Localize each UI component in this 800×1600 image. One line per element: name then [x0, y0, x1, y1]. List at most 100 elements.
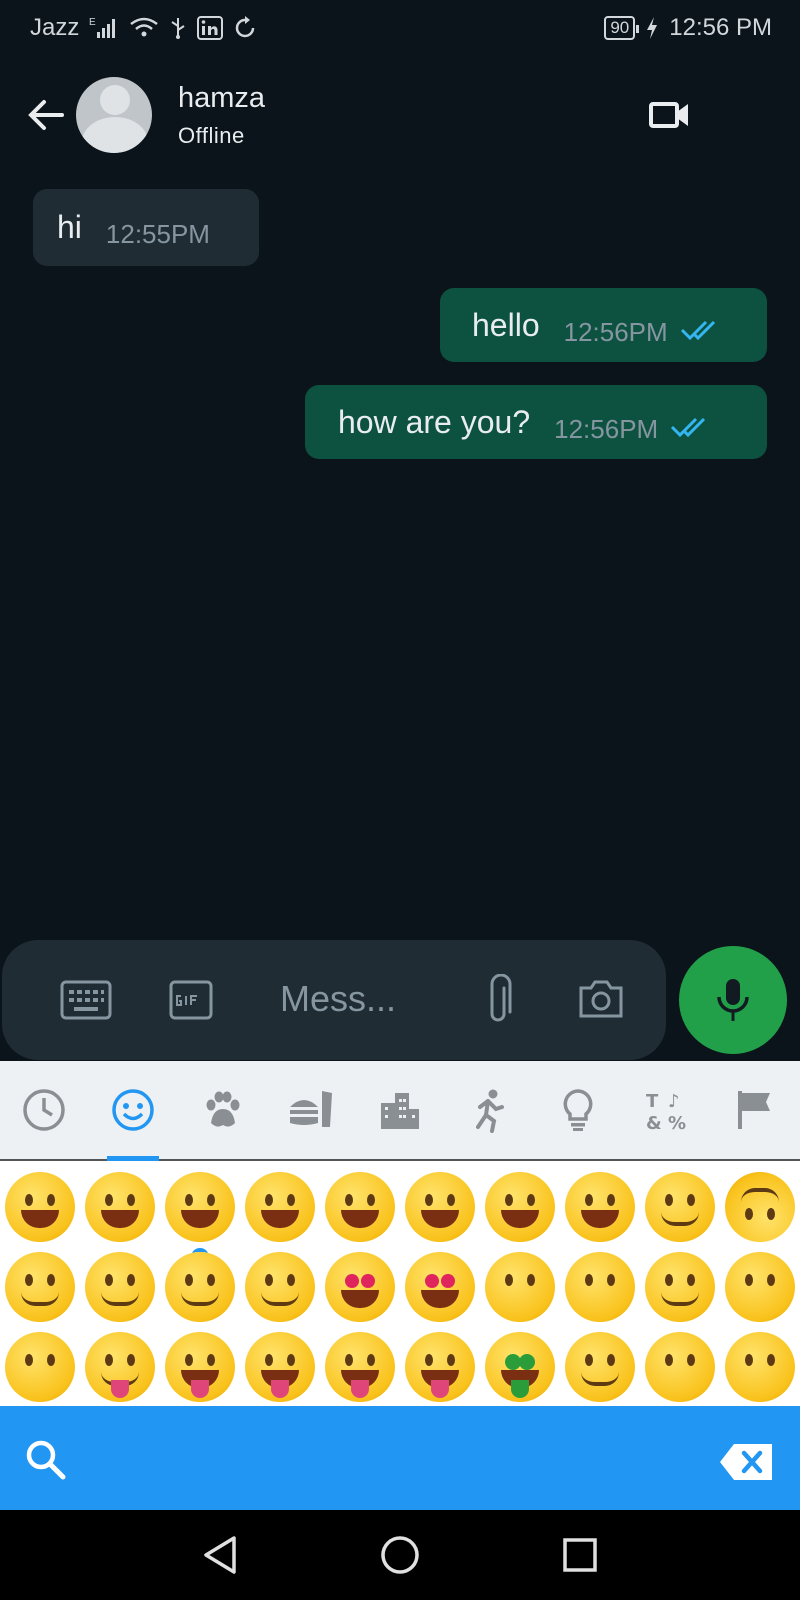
status-bar-right: 90 12:56 PM [604, 14, 772, 42]
category-places[interactable] [372, 1082, 428, 1138]
emoji-squinting-laugh[interactable] [320, 1167, 400, 1247]
svg-text:&: & [646, 1113, 662, 1133]
emoji-kissing-closed-eyes[interactable] [720, 1247, 800, 1327]
emoji-search-button[interactable] [24, 1438, 68, 1487]
emoji-squinting-tongue[interactable] [400, 1327, 480, 1406]
paw-icon [206, 1091, 240, 1127]
nav-home-button[interactable] [375, 1530, 425, 1580]
emoji-innocent[interactable] [160, 1247, 240, 1327]
contact-info[interactable]: hamza Offline [178, 82, 265, 149]
keyboard-toggle-button[interactable] [60, 980, 112, 1025]
emoji-shushing[interactable] [720, 1327, 800, 1406]
category-flags[interactable] [727, 1082, 783, 1138]
emoji-wink[interactable] [0, 1247, 80, 1327]
microphone-icon [717, 979, 749, 1021]
attach-button[interactable] [482, 973, 514, 1033]
emoji-search-bar [0, 1406, 800, 1510]
gif-button[interactable] [169, 980, 213, 1025]
emoji-rofl[interactable] [480, 1167, 560, 1247]
paperclip-icon [490, 973, 512, 1022]
square-recents-icon [563, 1538, 597, 1572]
emoji-zany[interactable] [320, 1327, 400, 1406]
emoji-category-bar: T ♪ &% [0, 1061, 800, 1161]
emoji-grinning[interactable] [0, 1167, 80, 1247]
gif-icon [169, 980, 213, 1020]
flag-icon [738, 1091, 771, 1129]
symbols-icon: T ♪&% [646, 1091, 686, 1133]
nav-recents-button[interactable] [555, 1530, 605, 1580]
emoji-money-mouth[interactable] [480, 1327, 560, 1406]
emoji-grinning-smiling-eyes[interactable] [160, 1167, 240, 1247]
emoji-keyboard: T ♪ &% [0, 1061, 800, 1406]
emoji-hearts-face[interactable] [240, 1247, 320, 1327]
message-bubble-outgoing[interactable]: how are you? 12:56PM [305, 385, 767, 459]
emoji-kissing-smiling-eyes[interactable] [0, 1327, 80, 1406]
emoji-blush[interactable] [80, 1247, 160, 1327]
carrier-name: Jazz [30, 14, 80, 41]
contact-status: Offline [178, 122, 245, 148]
burger-icon [290, 1091, 333, 1127]
double-check-icon [670, 415, 714, 444]
category-animals[interactable] [194, 1082, 250, 1138]
back-button[interactable] [24, 93, 68, 137]
clock: 12:56 PM [669, 14, 772, 41]
camera-icon [579, 980, 623, 1018]
emoji-beaming[interactable] [240, 1167, 320, 1247]
emoji-hand-over-mouth[interactable] [640, 1327, 720, 1406]
message-input[interactable]: Mess... [280, 978, 396, 1020]
emoji-winking-tongue[interactable] [240, 1327, 320, 1406]
message-composer: Mess... [2, 940, 666, 1060]
emoji-tongue-out[interactable] [160, 1327, 240, 1406]
emoji-grinning-big-eyes[interactable] [80, 1167, 160, 1247]
running-person-icon [475, 1089, 504, 1133]
camera-button[interactable] [577, 978, 625, 1025]
search-icon [26, 1440, 66, 1480]
emoji-sweat-smile[interactable] [400, 1167, 480, 1247]
emoji-hugging[interactable] [560, 1327, 640, 1406]
message-text: hello [472, 306, 540, 343]
network-type-label: E [89, 17, 96, 28]
emoji-joy[interactable] [560, 1167, 640, 1247]
message-time: 12:55PM [105, 219, 210, 249]
wifi-icon [129, 16, 159, 40]
nav-back-button[interactable] [195, 1530, 245, 1580]
emoji-slight-smile[interactable] [640, 1167, 720, 1247]
backspace-icon [720, 1444, 772, 1480]
lightbulb-icon [563, 1089, 593, 1131]
charging-icon [645, 16, 659, 40]
triangle-back-icon [204, 1536, 236, 1574]
message-time: 12:56PM [554, 413, 659, 444]
message-text: how are you? [338, 403, 531, 440]
emoji-kissing[interactable] [560, 1247, 640, 1327]
video-call-button[interactable] [648, 98, 692, 132]
category-symbols[interactable]: T ♪ &% [639, 1082, 695, 1138]
category-objects[interactable] [550, 1082, 606, 1138]
smiley-icon [112, 1089, 155, 1131]
arrow-left-icon [28, 100, 64, 130]
sync-icon [233, 16, 257, 40]
chat-header: hamza Offline [0, 60, 800, 170]
signal-icon: E [89, 16, 119, 40]
category-food[interactable] [283, 1082, 339, 1138]
svg-text:T: T [646, 1091, 659, 1112]
category-activity[interactable] [461, 1082, 517, 1138]
category-recent[interactable] [16, 1082, 72, 1138]
message-bubble-incoming[interactable]: hi 12:55PM [33, 189, 259, 266]
emoji-upside-down[interactable] [720, 1167, 800, 1247]
emoji-heart-eyes[interactable] [320, 1247, 400, 1327]
emoji-relaxed[interactable] [640, 1247, 720, 1327]
linkedin-icon [197, 16, 224, 40]
category-smileys[interactable] [105, 1082, 161, 1138]
message-bubble-outgoing[interactable]: hello 12:56PM [440, 288, 767, 362]
avatar[interactable] [76, 77, 152, 153]
backspace-button[interactable] [718, 1442, 774, 1487]
battery-icon: 90 [604, 16, 640, 40]
voice-record-button[interactable] [679, 946, 787, 1054]
emoji-kissing-heart[interactable] [480, 1247, 560, 1327]
keyboard-icon [60, 980, 112, 1020]
emoji-yum[interactable] [80, 1327, 160, 1406]
svg-text:♪: ♪ [668, 1091, 680, 1112]
system-navigation-bar [0, 1510, 800, 1600]
usb-icon [169, 16, 187, 40]
emoji-star-struck[interactable] [400, 1247, 480, 1327]
